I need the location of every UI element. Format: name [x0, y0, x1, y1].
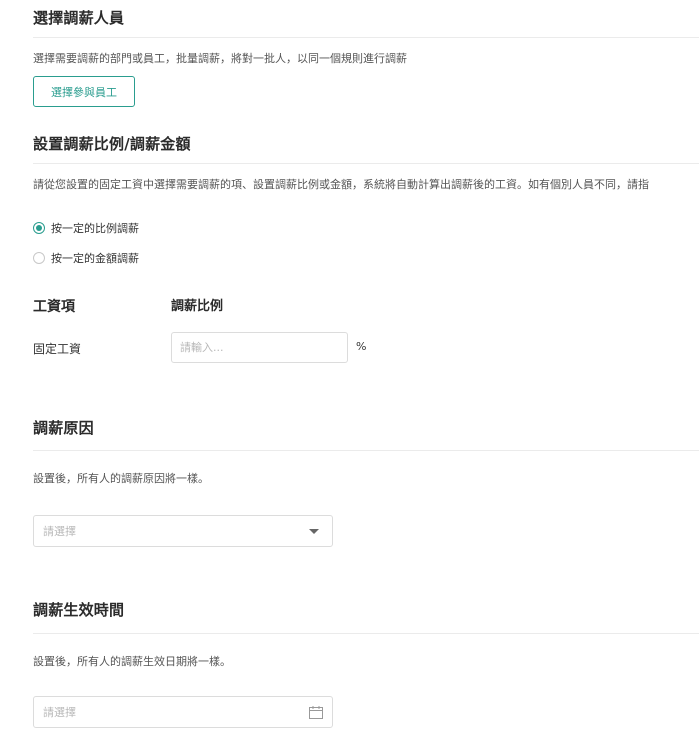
select-employees-button-label: 選擇參與員工: [51, 85, 117, 99]
adjust-settings-description: 請從您設置的固定工資中選擇需要調薪的項、設置調薪比例或金額，系統將自動計算出調薪…: [33, 178, 649, 191]
select-staff-divider: [33, 37, 699, 38]
reason-select[interactable]: 請選擇: [33, 515, 333, 547]
radio-option-amount-label: 按一定的金額調薪: [51, 252, 139, 265]
adjust-settings-divider: [33, 163, 699, 164]
effective-date-picker[interactable]: 請選擇: [33, 696, 333, 728]
radio-option-ratio-label: 按一定的比例調薪: [51, 222, 139, 235]
fixed-salary-ratio-input[interactable]: [171, 332, 348, 363]
radio-unchecked-icon[interactable]: [33, 252, 45, 264]
salary-item-column-header: 工資項: [33, 299, 75, 315]
effective-time-description: 設置後，所有人的調薪生效日期將一樣。: [33, 655, 231, 668]
select-staff-description: 選擇需要調薪的部門或員工，批量調薪，將對一批人，以同一個規則進行調薪: [33, 52, 407, 65]
effective-date-placeholder: 請選擇: [43, 706, 76, 719]
percent-unit: %: [356, 340, 367, 353]
adjust-ratio-column-header: 調薪比例: [171, 299, 224, 314]
salary-adjustment-page: 選擇調薪人員 選擇需要調薪的部門或員工，批量調薪，將對一批人，以同一個規則進行調…: [0, 0, 699, 743]
radio-option-amount[interactable]: 按一定的金額調薪: [33, 250, 139, 266]
effective-time-title: 調薪生效時間: [33, 601, 125, 619]
reason-description: 設置後，所有人的調薪原因將一樣。: [33, 472, 209, 485]
select-employees-button[interactable]: 選擇參與員工: [33, 76, 135, 107]
reason-divider: [33, 450, 699, 451]
calendar-icon: [309, 706, 323, 719]
radio-option-ratio[interactable]: 按一定的比例調薪: [33, 220, 139, 236]
reason-select-placeholder: 請選擇: [43, 525, 76, 538]
radio-checked-icon[interactable]: [33, 222, 45, 234]
reason-title: 調薪原因: [33, 419, 94, 437]
adjust-settings-title: 設置調薪比例/調薪金額: [33, 135, 191, 153]
caret-down-icon: [309, 529, 319, 534]
effective-time-divider: [33, 633, 699, 634]
select-staff-title: 選擇調薪人員: [33, 9, 125, 27]
fixed-salary-label: 固定工資: [33, 342, 82, 356]
